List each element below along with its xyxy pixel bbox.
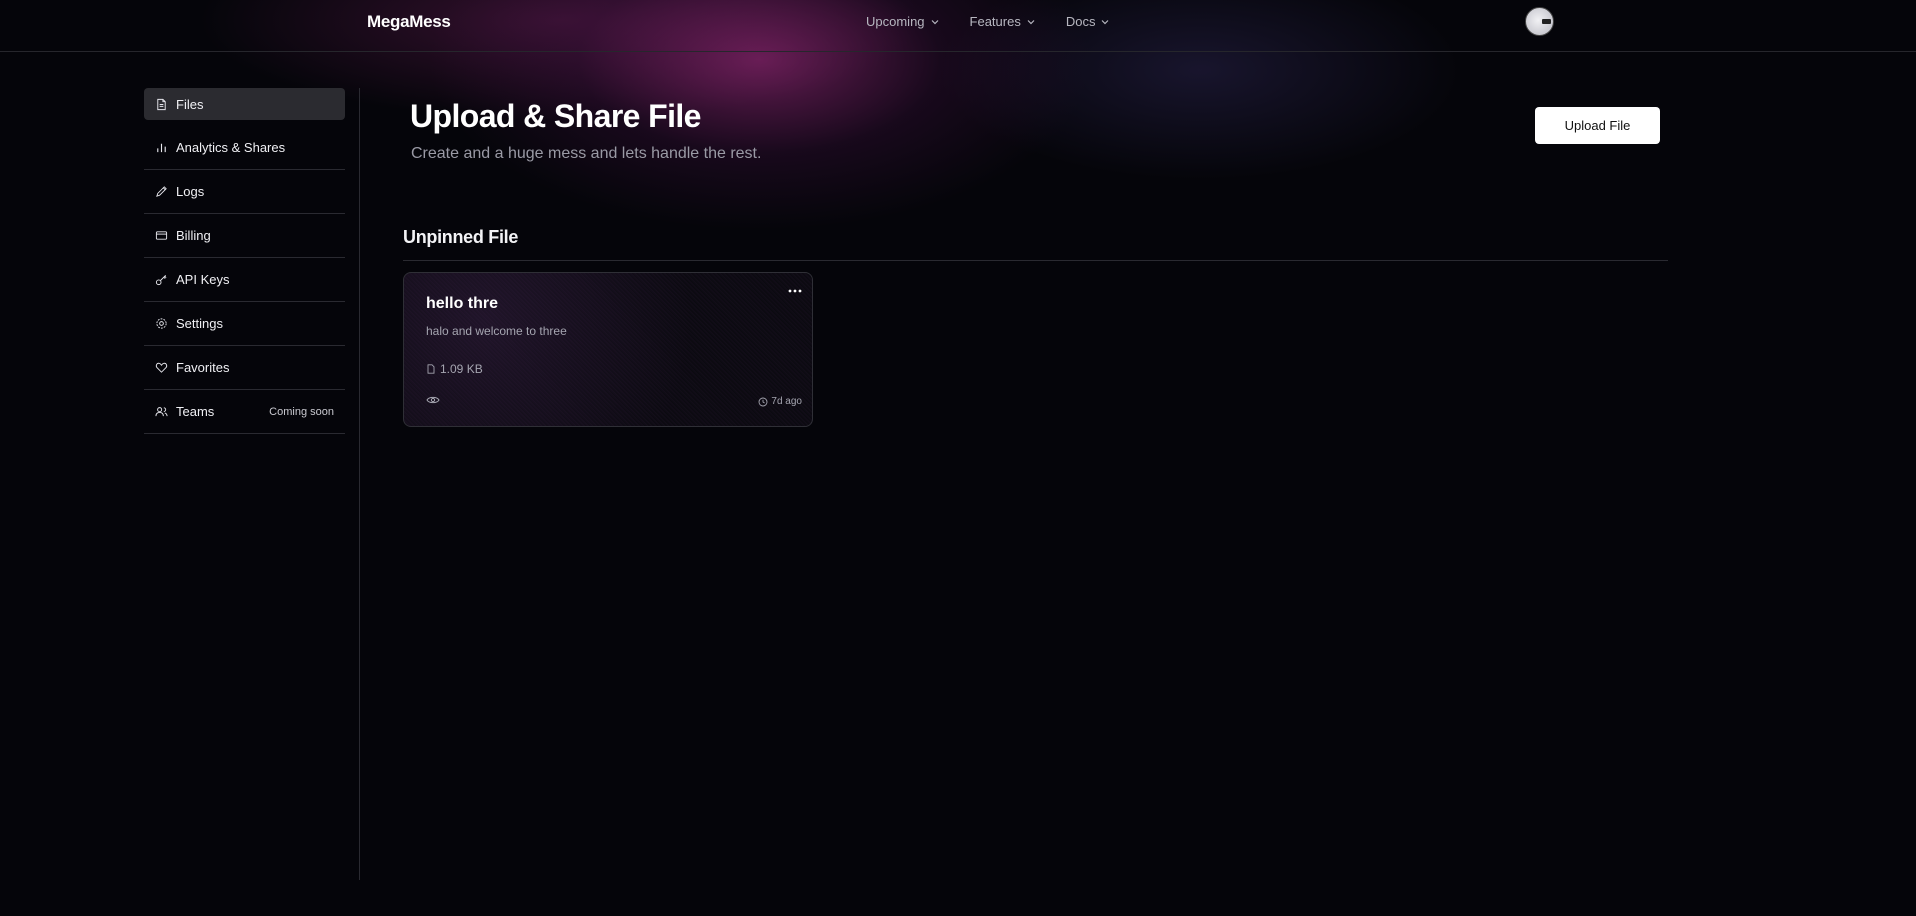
sidebar-item-api-keys[interactable]: API Keys [144, 258, 345, 302]
sidebar-item-settings[interactable]: Settings [144, 302, 345, 346]
bar-chart-icon [157, 143, 166, 153]
sidebar-item-label: Logs [176, 184, 205, 199]
credit-card-icon [155, 231, 168, 240]
upload-file-button[interactable]: Upload File [1535, 107, 1660, 144]
sidebar-divider [359, 88, 360, 880]
main-nav: Upcoming Features Docs [866, 14, 1110, 29]
chevron-down-icon [931, 19, 938, 24]
page-title: Upload & Share File [410, 98, 701, 134]
section-title: Unpinned File [403, 227, 519, 247]
sidebar-item-label: Favorites [176, 360, 230, 375]
chevron-down-icon [1102, 19, 1109, 24]
sidebar-item-teams[interactable]: Teams Coming soon [144, 390, 345, 434]
file-icon [157, 98, 166, 110]
coming-soon-badge: Coming soon [269, 405, 334, 418]
file-time: 7d ago [758, 396, 802, 407]
gear-icon [156, 318, 167, 329]
nav-docs-label: Docs [1065, 14, 1096, 29]
pen-icon [156, 186, 167, 197]
brand-logo[interactable]: MegaMess [367, 12, 451, 32]
nav-docs[interactable]: Docs [1066, 14, 1111, 29]
file-size-value: 1.09 KB [440, 362, 483, 376]
avatar-mark [1542, 19, 1551, 24]
heart-icon [155, 362, 168, 373]
file-icon [427, 364, 435, 374]
clock-icon [758, 397, 768, 406]
sidebar-item-label: Analytics & Shares [176, 140, 286, 155]
sidebar-item-billing[interactable]: Billing [144, 214, 345, 258]
sidebar-item-label: API Keys [176, 272, 230, 287]
sidebar-item-favorites[interactable]: Favorites [144, 346, 345, 390]
more-horizontal-icon[interactable] [786, 285, 804, 297]
file-time-value: 7d ago [771, 396, 802, 407]
file-size: 1.09 KB [426, 362, 483, 376]
page-subtitle: Create and a huge mess and lets handle t… [411, 145, 762, 162]
sidebar: Files Analytics & Shares Logs Billing AP… [144, 88, 345, 434]
nav-upcoming-label: Upcoming [866, 14, 925, 29]
sidebar-item-files[interactable]: Files [144, 88, 345, 120]
sidebar-item-label: Files [176, 96, 204, 112]
user-avatar[interactable] [1525, 7, 1554, 36]
eye-icon[interactable] [426, 395, 440, 405]
sidebar-item-analytics[interactable]: Analytics & Shares [144, 126, 345, 170]
nav-upcoming[interactable]: Upcoming [866, 14, 940, 29]
sidebar-item-label: Settings [176, 316, 223, 331]
key-icon [155, 274, 167, 286]
users-icon [155, 407, 168, 417]
sidebar-item-logs[interactable]: Logs [144, 170, 345, 214]
file-card[interactable]: hello thre halo and welcome to three 1.0… [403, 272, 813, 427]
top-navigation-bar: MegaMess Upcoming Features Docs [0, 0, 1916, 52]
file-description: halo and welcome to three [426, 324, 567, 338]
nav-features[interactable]: Features [970, 14, 1036, 29]
sidebar-item-label: Teams [176, 404, 215, 419]
sidebar-item-label: Billing [176, 228, 211, 243]
chevron-down-icon [1027, 19, 1035, 24]
nav-features-label: Features [969, 14, 1021, 29]
file-title: hello thre [426, 295, 499, 312]
section-divider [403, 260, 1668, 261]
